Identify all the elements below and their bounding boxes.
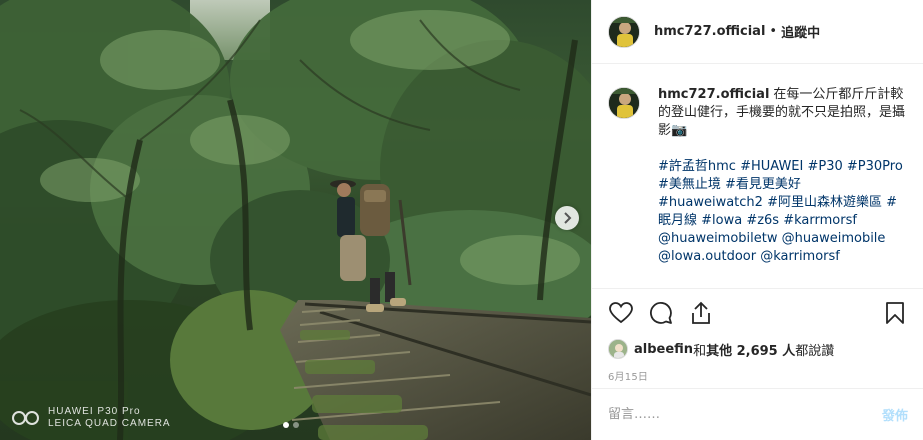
- hashtag-list: #許孟哲hmc #HUAWEI #P30 #P30Pro #美無止境 #看見更美…: [658, 158, 908, 266]
- caption-avatar[interactable]: [608, 87, 640, 119]
- likes-suffix: 都說讚: [795, 343, 835, 359]
- hashtag-line[interactable]: #huaweiwatch2 #阿里山森林遊樂區 #: [658, 194, 908, 212]
- likes-others[interactable]: 其他 2,695 人: [706, 340, 795, 359]
- watermark-line1: HUAWEI P30 Pro: [48, 406, 141, 417]
- carousel-next-button[interactable]: [555, 206, 579, 230]
- camera-watermark: HUAWEI P30 Pro LEICA QUAD CAMERA: [12, 406, 171, 430]
- share-icon[interactable]: [688, 300, 714, 326]
- carousel-dot-1: [283, 422, 289, 428]
- comment-form: 發佈: [592, 388, 923, 440]
- photo-image: [0, 0, 591, 440]
- action-bar: [608, 289, 908, 337]
- caption-body: hmc727.official 在每一公斤都斤斤計較的登山健行，手機要的就不只是拍…: [658, 86, 908, 288]
- post-photo[interactable]: HUAWEI P30 Pro LEICA QUAD CAMERA: [0, 0, 591, 440]
- liker-avatar[interactable]: [608, 339, 628, 359]
- hashtag-line[interactable]: #許孟哲hmc #HUAWEI #P30 #P30Pro: [658, 158, 908, 176]
- post-date[interactable]: 6月15日: [608, 368, 908, 383]
- comment-input[interactable]: [608, 407, 882, 422]
- likes-summary: albeefin 和 其他 2,695 人 都說讚: [608, 337, 908, 361]
- comment-icon[interactable]: [648, 300, 674, 326]
- post-comment-button[interactable]: 發佈: [882, 405, 908, 424]
- caption-username[interactable]: hmc727.official: [658, 87, 769, 102]
- following-button[interactable]: 追蹤中: [781, 22, 820, 41]
- header-username[interactable]: hmc727.official: [654, 24, 765, 39]
- heart-icon[interactable]: [608, 300, 634, 326]
- carousel-dot-2: [293, 422, 299, 428]
- post-header: hmc727.official • 追蹤中: [592, 0, 923, 64]
- hashtag-line[interactable]: 眠月線 #lowa #z6s #karrmorsf: [658, 212, 908, 230]
- post-side-panel: hmc727.official • 追蹤中 hmc727.official 在每一…: [591, 0, 923, 440]
- carousel-indicator: [283, 422, 299, 428]
- hashtag-line[interactable]: @lowa.outdoor @karrimorsf: [658, 248, 908, 266]
- leica-logo-icon: [12, 409, 42, 427]
- watermark-line2: LEICA QUAD CAMERA: [48, 418, 171, 429]
- hashtag-line[interactable]: @huaweimobiletw @huaweimobile: [658, 230, 908, 248]
- post-actions: albeefin 和 其他 2,695 人 都說讚 6月15日: [592, 288, 923, 383]
- hashtag-line[interactable]: #美無止境 #看見更美好: [658, 176, 908, 194]
- liker-username[interactable]: albeefin: [634, 342, 693, 357]
- bookmark-icon[interactable]: [882, 300, 908, 326]
- caption: hmc727.official 在每一公斤都斤斤計較的登山健行，手機要的就不只是拍…: [592, 64, 923, 288]
- header-separator: •: [769, 24, 778, 39]
- avatar[interactable]: [608, 15, 640, 48]
- chevron-right-icon: [562, 209, 572, 228]
- likes-and: 和: [693, 343, 707, 359]
